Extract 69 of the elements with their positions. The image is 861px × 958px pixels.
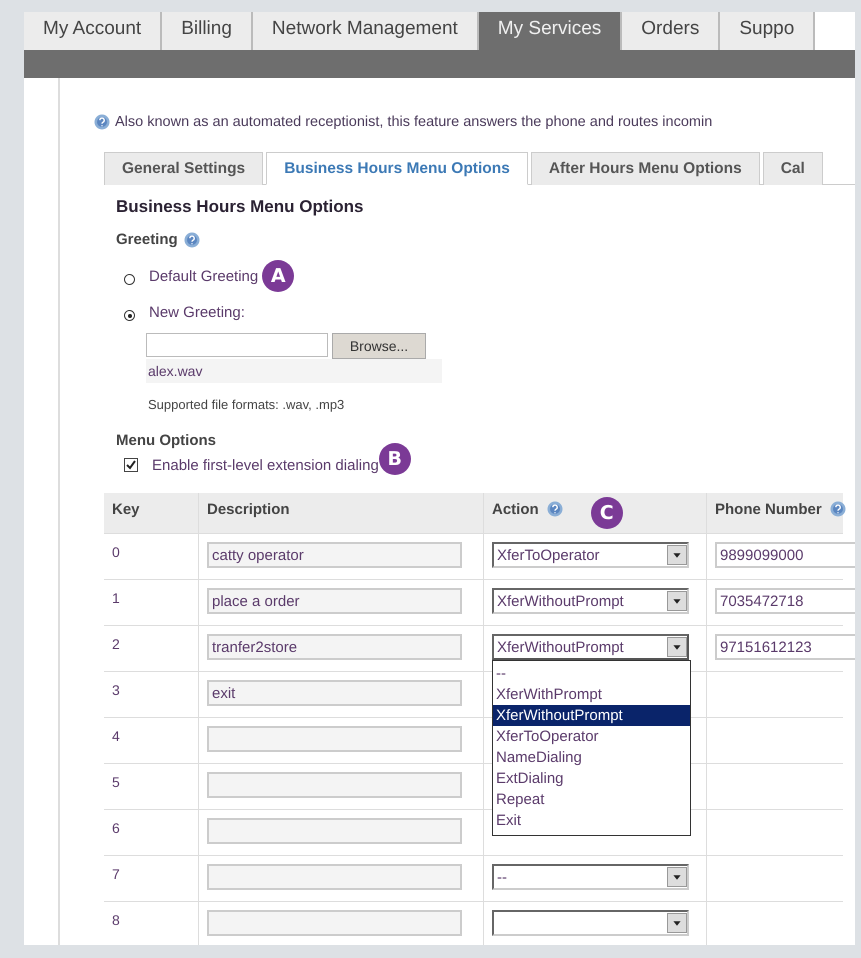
nav-tab[interactable]: My Services [478,12,622,50]
formats-note: Supported file formats: .wav, .mp3 [148,397,346,412]
action-select[interactable]: XferWithoutPrompt [492,588,689,614]
help-icon[interactable] [184,232,200,248]
key-cell: 1 [112,590,120,606]
nav-tab[interactable]: Orders [622,12,720,50]
column-header: Key [112,501,140,518]
section-title: Business Hours Menu Options [116,197,364,217]
nav-tab[interactable]: Suppo [720,12,816,50]
description-field[interactable]: place a order [207,588,462,614]
phone-field[interactable]: 97151612123 [715,634,855,660]
callout-marker: A [262,260,294,292]
sub-tab[interactable]: After Hours Menu Options [530,152,760,185]
radio-button[interactable] [124,310,135,321]
dropdown-option[interactable]: ExtDialing [493,768,690,789]
key-cell: 6 [112,820,120,836]
radio-label[interactable]: New Greeting: [149,304,245,321]
sub-tab[interactable]: Cal [762,152,823,185]
info-text: Also known as an automated receptionist, this feature answers the phone and routes incomin [115,114,712,130]
column-header: Action [492,501,539,518]
dropdown-option[interactable]: NameDialing [493,747,690,768]
file-name: alex.wav [146,359,442,383]
description-field[interactable]: exit [207,680,462,706]
dropdown-option[interactable]: XferToOperator [493,726,690,747]
description-field[interactable] [207,864,462,890]
radio-label[interactable]: Default Greeting [149,268,258,284]
callout-marker: B [378,443,411,475]
key-cell: 2 [112,636,120,652]
description-field[interactable] [207,910,462,936]
sub-tab[interactable]: General Settings [104,152,264,185]
checkbox-label[interactable]: Enable first-level extension dialing [152,456,379,474]
description-field[interactable]: tranfer2store [207,634,462,660]
help-icon[interactable] [94,114,110,130]
action-select[interactable]: XferToOperator [492,542,689,568]
description-field[interactable] [207,726,462,752]
description-field[interactable] [207,772,462,798]
file-field[interactable] [146,333,328,357]
greeting-label: Greeting [116,231,178,248]
sub-tab[interactable]: Business Hours Menu Options [266,152,528,185]
column-header: Phone Number [715,501,822,518]
column-header: Description [207,501,290,518]
phone-field[interactable]: 9899099000 [715,542,855,568]
callout-marker: C [590,497,623,529]
phone-field[interactable]: 7035472718 [715,588,855,614]
dropdown-option[interactable]: XferWithPrompt [493,684,690,705]
key-cell: 0 [112,544,120,560]
dropdown-option[interactable]: -- [493,663,690,684]
key-cell: 8 [112,912,120,928]
help-icon[interactable] [830,501,846,517]
nav-tab[interactable]: Billing [162,12,253,50]
description-field[interactable] [207,818,462,844]
action-select[interactable]: -- [492,864,689,890]
key-cell: 3 [112,682,120,698]
key-cell: 5 [112,774,120,790]
help-icon[interactable] [546,501,563,517]
dropdown-option[interactable]: Repeat [493,789,690,810]
action-select[interactable] [492,910,689,936]
radio-button[interactable] [124,274,135,284]
nav-tab[interactable]: My Account [24,12,162,50]
action-select[interactable]: XferWithoutPrompt [492,634,689,660]
menu-options-label: Menu Options [116,432,216,449]
nav-tab[interactable]: Network Management [252,12,479,50]
key-cell: 7 [112,866,120,882]
checkbox[interactable] [124,458,138,472]
description-field[interactable]: catty operator [207,542,462,568]
browse-button[interactable]: Browse... [332,333,426,359]
dropdown-option[interactable]: Exit [493,810,690,831]
dropdown-option[interactable]: XferWithoutPrompt [493,705,690,726]
key-cell: 4 [112,728,120,744]
